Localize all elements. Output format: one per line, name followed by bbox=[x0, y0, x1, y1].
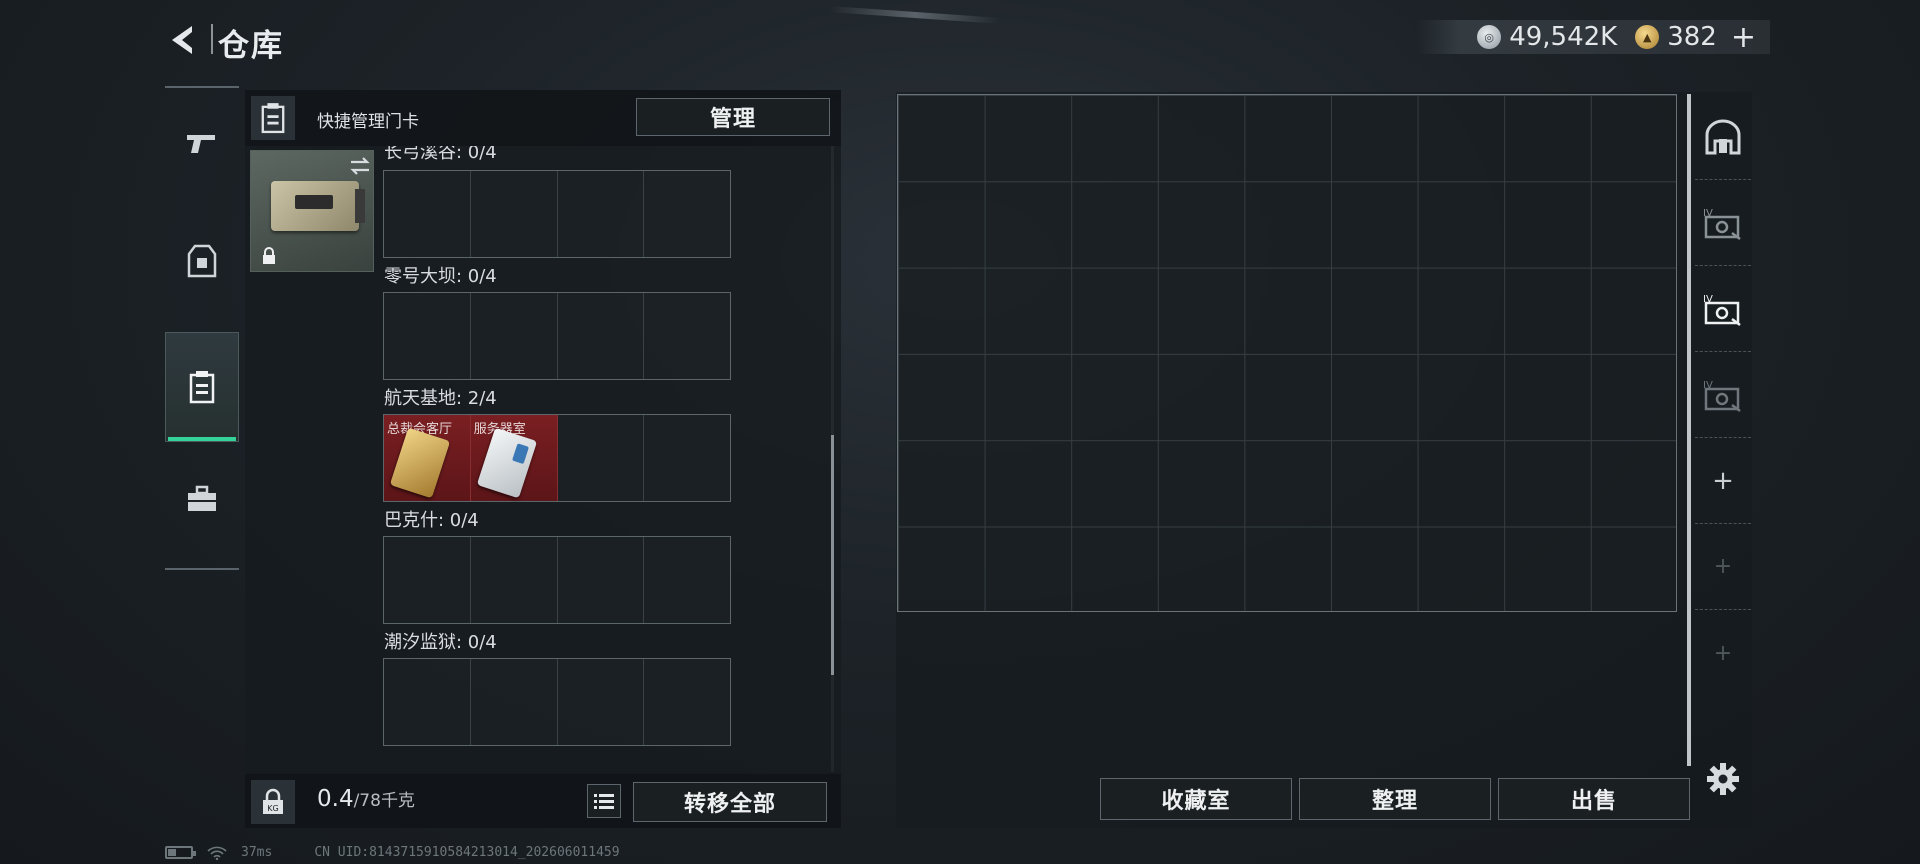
keycard-slot-ceo-lounge[interactable]: 总裁会客厅 bbox=[384, 415, 471, 501]
locked-stash-tab: + bbox=[1695, 524, 1751, 610]
card-slot[interactable] bbox=[558, 537, 645, 623]
slot-row-bakhsh bbox=[383, 536, 731, 624]
swap-icon[interactable] bbox=[347, 155, 373, 177]
keycard-panel: 快捷管理门卡 管理 长弓溪谷: 0/4 零号大坝: 0/4 航天基地: 2/4 … bbox=[245, 90, 841, 828]
battery-icon bbox=[165, 846, 196, 859]
slot-row-space-base: 总裁会客厅 服务器室 bbox=[383, 414, 731, 502]
keycard-image bbox=[271, 181, 365, 231]
status-bar: 37ms CN UID:8143715910584213014_20260601… bbox=[165, 845, 620, 860]
group-label-tidal-prison: 潮汐监狱: 0/4 bbox=[384, 632, 497, 653]
add-currency-button[interactable]: + bbox=[1731, 20, 1756, 55]
transfer-all-button[interactable]: 转移全部 bbox=[633, 782, 827, 822]
panel-scrollbar-thumb[interactable] bbox=[831, 435, 834, 675]
panel-header: 快捷管理门卡 管理 bbox=[245, 90, 841, 146]
gun-icon bbox=[187, 135, 215, 153]
card-slot[interactable] bbox=[384, 171, 471, 257]
background-glint bbox=[829, 6, 1001, 24]
rail-item-weapons[interactable] bbox=[165, 88, 239, 198]
keycard-image bbox=[476, 427, 537, 499]
card-slot[interactable] bbox=[644, 415, 730, 501]
panel-footer: KG 0.4/78千克 转移全部 bbox=[245, 774, 841, 828]
stash-side-tabs: IV IV IV + + + bbox=[1695, 94, 1751, 774]
locked-stash-tab: + bbox=[1695, 610, 1751, 696]
tab-keycard-case-3[interactable]: IV bbox=[1695, 352, 1751, 438]
keycard-case-icon: IV bbox=[1703, 294, 1741, 326]
weight-capacity: /78千克 bbox=[353, 791, 415, 811]
armor-vest-icon bbox=[187, 244, 217, 278]
category-rail bbox=[165, 86, 239, 570]
weight-lock-icon: KG bbox=[263, 788, 283, 814]
card-slot[interactable] bbox=[644, 293, 730, 379]
group-label-bakhsh: 巴克什: 0/4 bbox=[384, 510, 479, 531]
manage-button[interactable]: 管理 bbox=[636, 98, 830, 136]
keycard-case-icon: IV bbox=[1703, 208, 1741, 240]
card-slot[interactable] bbox=[384, 659, 471, 745]
premium-currency-icon: ▲ bbox=[1635, 25, 1660, 49]
group-label-dam: 零号大坝: 0/4 bbox=[384, 266, 497, 287]
coin-amount: 49,542K bbox=[1509, 22, 1618, 52]
svg-text:KG: KG bbox=[267, 804, 278, 813]
rail-item-keycards[interactable] bbox=[165, 332, 239, 442]
card-slot[interactable] bbox=[558, 415, 645, 501]
stash-home-icon bbox=[1705, 119, 1741, 154]
carry-weight: 0.4/78千克 bbox=[317, 786, 415, 812]
keycard-slot-server-room[interactable]: 服务器室 bbox=[470, 415, 558, 501]
wifi-icon bbox=[207, 846, 227, 860]
card-slot[interactable] bbox=[384, 537, 471, 623]
card-slot[interactable] bbox=[558, 171, 645, 257]
page-title: 仓库 bbox=[218, 28, 284, 64]
currency-bar: ◎ 49,542K ▲ 382 + bbox=[1417, 20, 1770, 55]
rail-item-toolbox[interactable] bbox=[165, 444, 239, 554]
toolbox-icon bbox=[188, 485, 216, 511]
keycard-holder-icon bbox=[189, 371, 215, 404]
slot-row-dam bbox=[383, 292, 731, 380]
rail-item-armor[interactable] bbox=[165, 206, 239, 316]
group-label-space-base: 航天基地: 2/4 bbox=[384, 388, 497, 409]
card-slot[interactable] bbox=[471, 293, 558, 379]
panel-title: 快捷管理门卡 bbox=[317, 112, 419, 132]
keycard-case-icon: IV bbox=[1703, 380, 1741, 412]
gear-icon[interactable] bbox=[1706, 762, 1740, 796]
list-icon bbox=[594, 794, 614, 809]
stash-grid[interactable] bbox=[897, 94, 1677, 612]
card-slot[interactable] bbox=[644, 171, 730, 257]
lock-icon bbox=[263, 247, 275, 264]
sell-button[interactable]: 出售 bbox=[1498, 778, 1690, 820]
collection-room-button[interactable]: 收藏室 bbox=[1100, 778, 1292, 820]
tab-stash-home[interactable] bbox=[1695, 94, 1751, 180]
weight-box: KG bbox=[251, 780, 295, 824]
card-slot[interactable] bbox=[644, 537, 730, 623]
card-slot[interactable] bbox=[384, 293, 471, 379]
card-slot[interactable] bbox=[558, 293, 645, 379]
add-stash-tab-button[interactable]: + bbox=[1695, 438, 1751, 524]
card-slot[interactable] bbox=[471, 171, 558, 257]
ping-value: 37ms bbox=[241, 845, 273, 860]
card-slot[interactable] bbox=[471, 659, 558, 745]
keycard-image bbox=[389, 427, 451, 499]
weight-value: 0.4 bbox=[317, 786, 354, 812]
list-view-button[interactable] bbox=[587, 784, 621, 818]
keycard-list[interactable]: 长弓溪谷: 0/4 零号大坝: 0/4 航天基地: 2/4 总裁会客厅 服务器室 bbox=[245, 146, 841, 772]
panel-icon-box bbox=[251, 96, 295, 140]
uid-text: CN UID:8143715910584213014_202606011459 bbox=[314, 845, 620, 860]
group-label-longbow: 长弓溪谷: 0/4 bbox=[384, 146, 497, 163]
slot-row-longbow bbox=[383, 170, 731, 258]
plus-icon: + bbox=[1713, 554, 1733, 579]
back-arrow-icon[interactable] bbox=[164, 20, 204, 60]
tab-keycard-case-2[interactable]: IV bbox=[1695, 266, 1751, 352]
sort-button[interactable]: 整理 bbox=[1299, 778, 1491, 820]
keycard-holder-item[interactable] bbox=[250, 150, 374, 272]
keycard-holder-icon bbox=[261, 103, 285, 134]
plus-icon: + bbox=[1713, 640, 1733, 666]
tab-keycard-case-1[interactable]: IV bbox=[1695, 180, 1751, 266]
card-slot[interactable] bbox=[471, 537, 558, 623]
plus-icon: + bbox=[1712, 465, 1734, 496]
title-separator bbox=[211, 24, 213, 54]
coin-currency-icon: ◎ bbox=[1477, 25, 1502, 49]
stash-scrollbar[interactable] bbox=[1687, 94, 1691, 766]
slot-row-tidal-prison bbox=[383, 658, 731, 746]
card-slot[interactable] bbox=[644, 659, 730, 745]
card-slot[interactable] bbox=[558, 659, 645, 745]
premium-amount: 382 bbox=[1667, 22, 1717, 52]
